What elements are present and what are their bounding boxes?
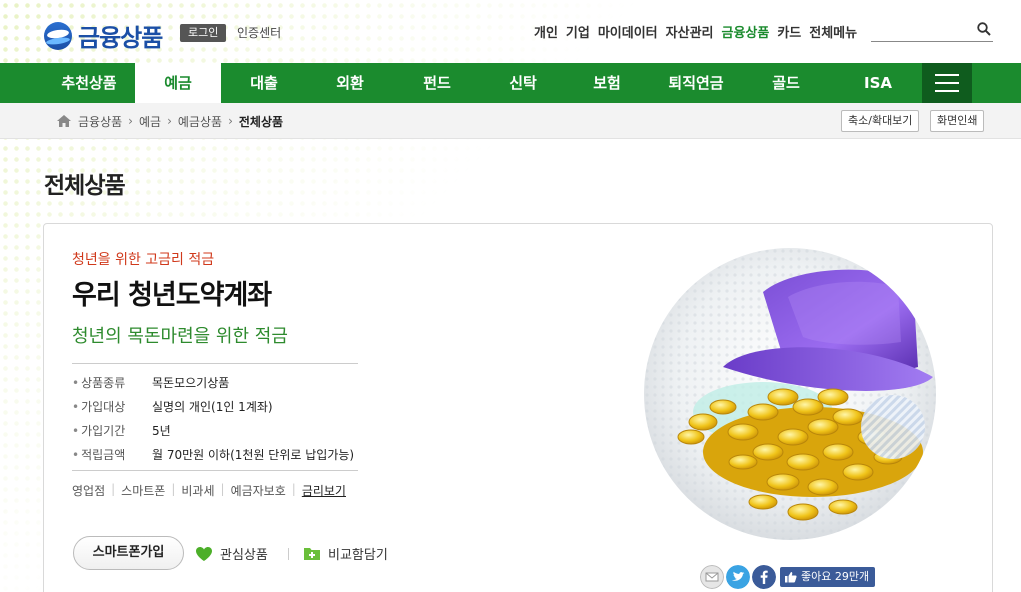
facebook-like-button[interactable]: 좋아요 29만개 xyxy=(780,567,876,587)
top-menu-all[interactable]: 전체메뉴 xyxy=(809,22,857,41)
breadcrumb-bar: 금융상품 › 예금 › 예금상품 › 전체상품 축소/확대보기 화면인쇄 xyxy=(0,103,1021,139)
chevron-right-icon: › xyxy=(128,114,133,128)
chevron-right-icon: › xyxy=(167,114,172,128)
breadcrumb: 금융상품 › 예금 › 예금상품 › 전체상품 xyxy=(56,103,283,139)
search-input[interactable] xyxy=(871,18,993,42)
home-icon[interactable] xyxy=(56,114,72,128)
nav-item-deposit[interactable]: 예금 xyxy=(135,63,221,103)
heart-icon xyxy=(196,546,212,561)
info-value: 월 70만원 이하(1천원 단위로 납입가능) xyxy=(152,447,355,462)
breadcrumb-item[interactable]: 금융상품 xyxy=(78,113,122,130)
info-row: 상품종류 목돈모으기상품 xyxy=(72,370,358,394)
info-value: 목돈모으기상품 xyxy=(152,375,230,390)
share-bar: 좋아요 29만개 xyxy=(700,565,876,589)
info-label: 적립금액 xyxy=(72,446,152,463)
top-menu: 개인 기업 마이데이터 자산관리 금융상품 카드 전체메뉴 xyxy=(534,22,857,41)
info-value: 5년 xyxy=(152,423,171,438)
rate-view-link[interactable]: 금리보기 xyxy=(302,482,346,499)
cert-center-link[interactable]: 인증센터 xyxy=(237,24,281,42)
nav-item-trust[interactable]: 신탁 xyxy=(483,63,563,103)
nav-item-gold[interactable]: 골드 xyxy=(746,63,826,103)
nav-item-pension[interactable]: 퇴직연금 xyxy=(653,63,739,103)
smartphone-join-button[interactable]: 스마트폰가입 xyxy=(73,536,184,570)
search-icon[interactable] xyxy=(977,22,991,36)
facebook-share-icon[interactable] xyxy=(752,565,776,589)
info-label: 가입대상 xyxy=(72,398,152,415)
like-count-label: 좋아요 29만개 xyxy=(801,570,870,583)
top-menu-card[interactable]: 카드 xyxy=(777,22,801,41)
top-menu-asset[interactable]: 자산관리 xyxy=(666,22,714,41)
nav-item-loan[interactable]: 대출 xyxy=(224,63,304,103)
hamburger-menu-icon[interactable] xyxy=(922,63,972,103)
compare-add-icon xyxy=(304,548,320,560)
nav-item-isa[interactable]: ISA xyxy=(838,63,918,103)
twitter-share-icon[interactable] xyxy=(726,565,750,589)
logo-text: 금융상품 xyxy=(78,24,163,52)
top-menu-mydata[interactable]: 마이데이터 xyxy=(598,22,658,41)
nav-item-recommended[interactable]: 추천상품 xyxy=(49,63,129,103)
top-menu-corporate[interactable]: 기업 xyxy=(566,22,590,41)
page-title: 전체상품 xyxy=(44,173,126,199)
tag-deposit-protection[interactable]: 예금자보호 xyxy=(231,482,286,499)
info-row: 가입기간 5년 xyxy=(72,418,358,442)
product-subtitle: 청년의 목돈마련을 위한 적금 xyxy=(72,326,288,347)
breadcrumb-current: 전체상품 xyxy=(238,114,284,129)
product-illustration xyxy=(644,248,936,540)
info-row: 적립금액 월 70만원 이하(1천원 단위로 납입가능) xyxy=(72,442,358,466)
login-button[interactable]: 로그인 xyxy=(180,24,227,42)
info-row: 가입대상 실명의 개인(1인 1계좌) xyxy=(72,394,358,418)
main-nav: 추천상품 예금 대출 외환 펀드 신탁 보험 퇴직연금 골드 ISA xyxy=(0,63,1021,103)
logo[interactable]: 금융상품 xyxy=(44,18,163,53)
product-info-list: 상품종류 목돈모으기상품 가입대상 실명의 개인(1인 1계좌) 가입기간 5년… xyxy=(72,363,358,471)
tag-branch: 영업점 xyxy=(72,484,106,498)
header: 금융상품 로그인 인증센터 개인 기업 마이데이터 자산관리 금융상품 카드 전… xyxy=(0,0,1021,63)
tag-tax-free: 비과세 xyxy=(181,484,215,498)
info-label: 상품종류 xyxy=(72,374,152,391)
product-name: 우리 청년도약계좌 xyxy=(72,280,272,311)
info-value: 실명의 개인(1인 1계좌) xyxy=(152,399,273,414)
compare-button[interactable]: 비교함담기 xyxy=(303,544,388,563)
compare-label: 비교함담기 xyxy=(328,548,388,563)
top-menu-products[interactable]: 금융상품 xyxy=(722,22,770,41)
favorite-label: 관심상품 xyxy=(220,548,268,563)
nav-item-fund[interactable]: 펀드 xyxy=(397,63,477,103)
divider xyxy=(288,548,289,560)
top-menu-personal[interactable]: 개인 xyxy=(534,22,558,41)
email-share-icon[interactable] xyxy=(700,565,724,589)
chevron-right-icon: › xyxy=(228,114,233,128)
nav-item-forex[interactable]: 외환 xyxy=(310,63,390,103)
zoom-button[interactable]: 축소/확대보기 xyxy=(841,110,920,132)
info-label: 가입기간 xyxy=(72,422,152,439)
woori-logo-icon xyxy=(44,21,72,50)
product-kicker: 청년을 위한 고금리 적금 xyxy=(72,252,215,268)
print-button[interactable]: 화면인쇄 xyxy=(930,110,985,132)
favorite-button[interactable]: 관심상품 xyxy=(195,544,268,563)
thumbs-up-icon xyxy=(785,572,797,583)
tag-smartphone: 스마트폰 xyxy=(121,484,166,498)
breadcrumb-item[interactable]: 예금 xyxy=(139,113,161,130)
product-tags: 영업점 | 스마트폰 | 비과세 | 예금자보호 | 금리보기 xyxy=(72,482,346,499)
breadcrumb-item[interactable]: 예금상품 xyxy=(178,113,222,130)
nav-item-insurance[interactable]: 보험 xyxy=(567,63,647,103)
